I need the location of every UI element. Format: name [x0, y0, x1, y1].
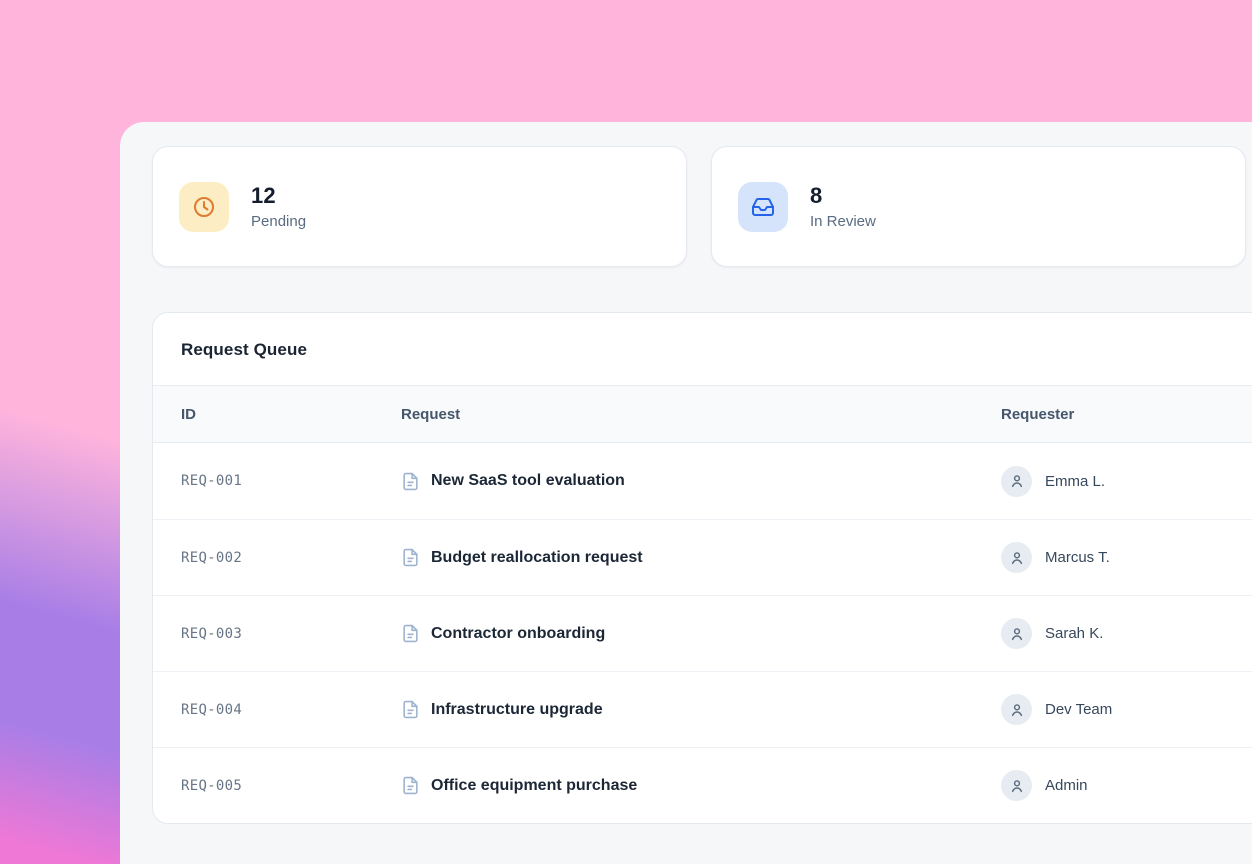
- table-title: Request Queue: [181, 340, 1252, 360]
- requester-name: Dev Team: [1045, 701, 1112, 718]
- stat-text: 12 Pending: [251, 183, 306, 229]
- file-text-icon: [401, 776, 420, 795]
- avatar: [1001, 770, 1032, 801]
- table-row[interactable]: REQ-002 Budget reallocation request Marc…: [153, 519, 1252, 595]
- avatar: [1001, 466, 1032, 497]
- request-cell: Infrastructure upgrade: [401, 700, 1001, 719]
- clock-icon: [179, 182, 229, 232]
- request-id: REQ-002: [181, 550, 401, 566]
- avatar: [1001, 542, 1032, 573]
- column-header-id: ID: [181, 406, 401, 423]
- request-id: REQ-001: [181, 473, 401, 489]
- table-row[interactable]: REQ-004 Infrastructure upgrade Dev Team: [153, 671, 1252, 747]
- table-row[interactable]: REQ-003 Contractor onboarding Sarah K.: [153, 595, 1252, 671]
- stat-card-pending: 12 Pending: [152, 146, 687, 267]
- stat-card-in-review: 8 In Review: [711, 146, 1246, 267]
- request-cell: Office equipment purchase: [401, 776, 1001, 795]
- stat-label-pending: Pending: [251, 213, 306, 230]
- main-panel: 12 Pending 8 In Review Request Queue ID …: [120, 122, 1252, 864]
- column-header-requester: Requester: [1001, 406, 1252, 423]
- table-header-row: ID Request Requester: [153, 385, 1252, 443]
- table-row[interactable]: REQ-005 Office equipment purchase Admin: [153, 747, 1252, 823]
- request-title: Budget reallocation request: [431, 549, 643, 567]
- requester-cell: Emma L.: [1001, 466, 1252, 497]
- requester-name: Sarah K.: [1045, 625, 1103, 642]
- stat-value-pending: 12: [251, 183, 306, 208]
- avatar: [1001, 694, 1032, 725]
- requester-name: Admin: [1045, 777, 1088, 794]
- request-title: New SaaS tool evaluation: [431, 472, 625, 490]
- request-title: Office equipment purchase: [431, 777, 637, 795]
- requester-cell: Dev Team: [1001, 694, 1252, 725]
- stat-label-in-review: In Review: [810, 213, 876, 230]
- requester-name: Marcus T.: [1045, 549, 1110, 566]
- requester-cell: Sarah K.: [1001, 618, 1252, 649]
- requester-cell: Admin: [1001, 770, 1252, 801]
- requester-cell: Marcus T.: [1001, 542, 1252, 573]
- request-title: Contractor onboarding: [431, 625, 605, 643]
- request-id: REQ-003: [181, 626, 401, 642]
- file-text-icon: [401, 700, 420, 719]
- requester-name: Emma L.: [1045, 473, 1105, 490]
- file-text-icon: [401, 472, 420, 491]
- stat-value-in-review: 8: [810, 183, 876, 208]
- avatar: [1001, 618, 1032, 649]
- request-cell: Contractor onboarding: [401, 624, 1001, 643]
- file-text-icon: [401, 624, 420, 643]
- request-queue-card: Request Queue ID Request Requester REQ-0…: [152, 312, 1252, 824]
- table-row[interactable]: REQ-001 New SaaS tool evaluation Emma L.: [153, 443, 1252, 519]
- request-title: Infrastructure upgrade: [431, 701, 603, 719]
- request-id: REQ-005: [181, 778, 401, 794]
- stats-row: 12 Pending 8 In Review: [152, 146, 1252, 267]
- request-id: REQ-004: [181, 702, 401, 718]
- request-cell: Budget reallocation request: [401, 548, 1001, 567]
- stat-text: 8 In Review: [810, 183, 876, 229]
- request-cell: New SaaS tool evaluation: [401, 472, 1001, 491]
- column-header-request: Request: [401, 406, 1001, 423]
- file-text-icon: [401, 548, 420, 567]
- inbox-icon: [738, 182, 788, 232]
- table-title-bar: Request Queue: [153, 313, 1252, 385]
